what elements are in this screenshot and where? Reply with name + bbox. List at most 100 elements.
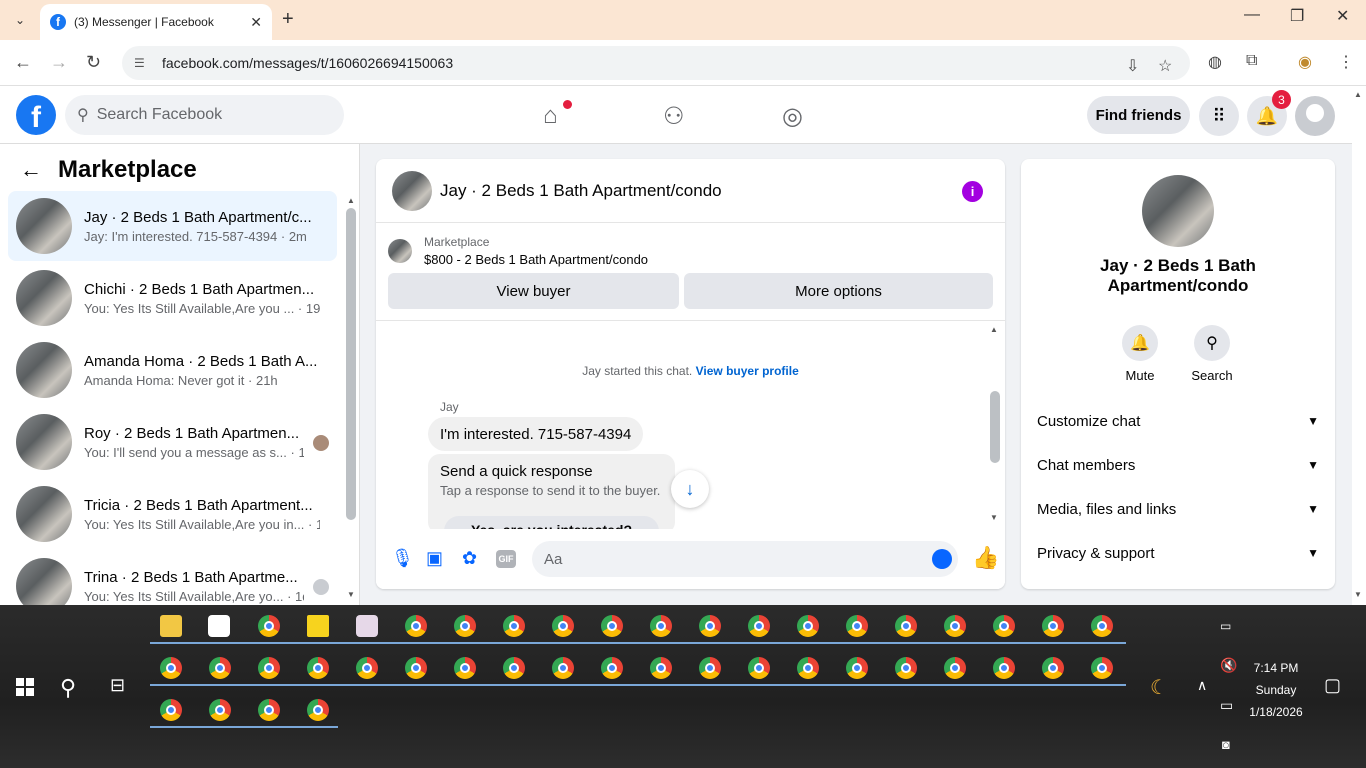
groups-nav-icon[interactable]: ◎ (782, 102, 803, 131)
sticky-notes-icon[interactable] (307, 615, 329, 637)
view-buyer-button[interactable]: View buyer (388, 273, 679, 309)
conversation-item[interactable]: Tricia · 2 Beds 1 Bath Apartment... You:… (8, 479, 337, 549)
install-app-icon[interactable]: ⇩ (1126, 56, 1139, 76)
back-arrow-icon[interactable]: ← (20, 157, 42, 183)
site-info-icon[interactable]: ☰ (134, 56, 150, 70)
chrome-profile-icon[interactable] (503, 657, 525, 679)
chrome-profile-icon[interactable] (797, 615, 819, 637)
chrome-profile-icon[interactable] (601, 615, 623, 637)
browser-tab[interactable]: f (3) Messenger | Facebook ✕ (40, 4, 272, 40)
more-options-button[interactable]: More options (684, 273, 993, 309)
page-scroll-down-icon[interactable]: ▼ (1354, 590, 1362, 599)
chrome-profile-icon[interactable] (258, 657, 280, 679)
chrome-profile-icon[interactable] (895, 615, 917, 637)
info-icon[interactable]: i (962, 181, 983, 202)
chrome-profile-icon[interactable] (258, 699, 280, 721)
view-buyer-profile-link[interactable]: View buyer profile (696, 364, 799, 378)
chat-listing-thumbnail[interactable] (392, 170, 432, 211)
conversation-item[interactable]: Chichi · 2 Beds 1 Bath Apartmen... You: … (8, 263, 337, 333)
message-input[interactable]: Aa (532, 541, 958, 577)
translate-icon[interactable]: ◍ (1208, 52, 1222, 72)
chrome-profile-icon[interactable] (1042, 657, 1064, 679)
chrome-profile-icon[interactable] (846, 657, 868, 679)
chrome-profile-icon[interactable] (160, 699, 182, 721)
chrome-profile-icon[interactable] (307, 657, 329, 679)
reload-icon[interactable]: ↻ (86, 52, 101, 73)
chrome-profile-icon[interactable] (1091, 657, 1113, 679)
profile-icon[interactable]: ◉ (1298, 52, 1312, 72)
home-nav-icon[interactable]: ⌂ (543, 102, 558, 130)
paint-icon[interactable] (356, 615, 378, 637)
emoji-icon[interactable] (932, 549, 952, 569)
capcut-icon[interactable] (208, 615, 230, 637)
windows-start-icon[interactable] (16, 678, 34, 696)
chrome-profile-icon[interactable] (1091, 615, 1113, 637)
volume-muted-icon[interactable]: 🔇 (1220, 657, 1237, 674)
chrome-profile-icon[interactable] (601, 657, 623, 679)
gif-icon[interactable]: GIF (496, 550, 516, 568)
conversation-item[interactable]: Trina · 2 Beds 1 Bath Apartme... You: Ye… (8, 551, 337, 605)
scroll-up-icon[interactable]: ▲ (347, 196, 355, 205)
back-icon[interactable]: ← (14, 52, 32, 73)
sticker-icon[interactable]: ✿ (462, 548, 477, 569)
chat-members-row[interactable]: Chat members ▼ (1037, 447, 1319, 483)
friends-nav-icon[interactable]: ⚇ (663, 102, 685, 131)
search-action[interactable]: ⚲ Search (1182, 325, 1242, 383)
chrome-profile-icon[interactable] (209, 699, 231, 721)
window-close-icon[interactable]: ✕ (1336, 6, 1349, 26)
file-explorer-icon[interactable] (160, 615, 182, 637)
message-bubble[interactable]: I'm interested. 715-587-4394 (428, 417, 644, 451)
media-files-links-row[interactable]: Media, files and links ▼ (1037, 491, 1319, 527)
photo-icon[interactable]: ▣ (426, 548, 443, 569)
chrome-profile-icon[interactable] (846, 615, 868, 637)
listing-summary[interactable]: Marketplace $800 - 2 Beds 1 Bath Apartme… (388, 235, 648, 267)
chrome-icon[interactable] (258, 615, 280, 637)
restore-icon[interactable]: ❐ (1290, 6, 1304, 26)
chrome-profile-icon[interactable] (209, 657, 231, 679)
facebook-logo-icon[interactable]: f (16, 95, 56, 135)
tab-search-dropdown-icon[interactable]: ⌄ (8, 8, 32, 32)
chrome-profile-icon[interactable] (699, 657, 721, 679)
chrome-menu-icon[interactable]: ⋮ (1338, 52, 1354, 72)
system-clock[interactable]: 7:14 PM Sunday 1/18/2026 (1240, 657, 1312, 723)
new-tab-icon[interactable]: + (282, 8, 294, 31)
forward-icon[interactable]: → (50, 52, 68, 73)
chrome-profile-icon[interactable] (552, 657, 574, 679)
account-avatar[interactable] (1295, 96, 1335, 136)
chat-scroll-down-icon[interactable]: ▼ (990, 513, 998, 522)
conversation-item[interactable]: Roy · 2 Beds 1 Bath Apartmen... You: I'l… (8, 407, 337, 477)
chat-title[interactable]: Jay · 2 Beds 1 Bath Apartment/condo (440, 181, 722, 201)
night-mode-icon[interactable]: ☾ (1150, 675, 1168, 700)
bookmark-star-icon[interactable]: ☆ (1158, 56, 1172, 76)
like-thumb-icon[interactable]: 👍 (972, 545, 999, 571)
chrome-profile-icon[interactable] (454, 657, 476, 679)
chrome-profile-icon[interactable] (552, 615, 574, 637)
privacy-support-row[interactable]: Privacy & support ▼ (1037, 535, 1319, 571)
battery-icon[interactable]: ▭ (1220, 619, 1231, 633)
find-friends-button[interactable]: Find friends (1087, 96, 1190, 134)
chrome-profile-icon[interactable] (307, 699, 329, 721)
taskbar-search-icon[interactable]: ⚲ (60, 675, 76, 701)
page-scroll-up-icon[interactable]: ▲ (1354, 90, 1362, 99)
conversation-item[interactable]: Amanda Homa · 2 Beds 1 Bath A... Amanda … (8, 335, 337, 405)
show-hidden-icons[interactable]: ∧ (1197, 677, 1207, 694)
chrome-profile-icon[interactable] (944, 615, 966, 637)
chrome-profile-icon[interactable] (1042, 615, 1064, 637)
chat-scroll-up-icon[interactable]: ▲ (990, 325, 998, 334)
scroll-down-icon[interactable]: ▼ (347, 590, 355, 599)
chrome-profile-icon[interactable] (650, 615, 672, 637)
menu-grid-icon[interactable]: ⠿ (1199, 96, 1239, 136)
notification-center-icon[interactable]: ▢ (1324, 675, 1341, 696)
chrome-profile-icon[interactable] (797, 657, 819, 679)
facebook-search-input[interactable]: ⚲ Search Facebook (65, 95, 344, 135)
chrome-profile-icon[interactable] (748, 657, 770, 679)
microphone-icon[interactable]: 🎙 (391, 548, 414, 569)
chrome-profile-icon[interactable] (650, 657, 672, 679)
chat-scrollbar[interactable] (990, 391, 1000, 463)
chrome-profile-icon[interactable] (895, 657, 917, 679)
minimize-icon[interactable]: — (1244, 6, 1260, 24)
chrome-profile-icon[interactable] (993, 657, 1015, 679)
customize-chat-row[interactable]: Customize chat ▼ (1037, 403, 1319, 439)
meet-now-icon[interactable]: ◙ (1222, 737, 1230, 752)
chrome-profile-icon[interactable] (405, 657, 427, 679)
